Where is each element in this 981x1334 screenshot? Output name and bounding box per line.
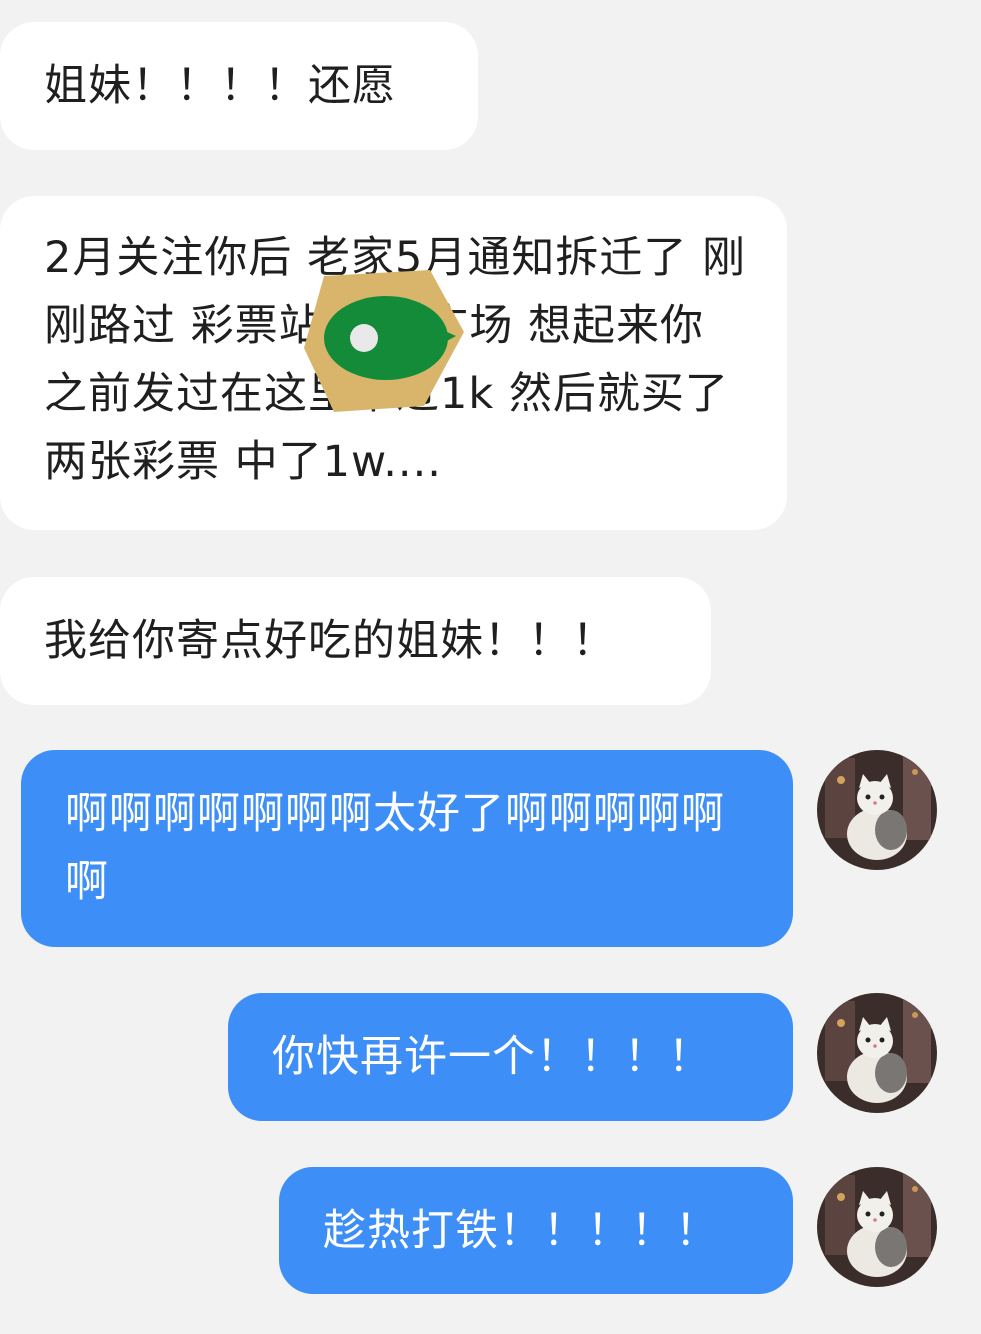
location-sticker-icon (304, 270, 464, 412)
cat-avatar-icon[interactable] (817, 1167, 937, 1287)
outgoing-message-bubble[interactable]: 趁热打铁！！！！！ (279, 1167, 793, 1294)
message-text: 趁热打铁！！！！！ (323, 1206, 719, 1256)
cat-avatar-icon[interactable] (817, 993, 937, 1113)
incoming-message-bubble[interactable]: 我给你寄点好吃的姐妹！！！ (0, 577, 711, 705)
message-text: 啊啊啊啊啊啊啊太好了啊啊啊啊啊啊 (65, 789, 725, 907)
outgoing-message-bubble[interactable]: 啊啊啊啊啊啊啊太好了啊啊啊啊啊啊 (21, 750, 793, 947)
incoming-message-bubble[interactable]: 姐妹！！！！还愿 (0, 22, 478, 150)
cat-avatar-icon[interactable] (817, 750, 937, 870)
message-text: 姐妹！！！！还愿 (44, 61, 396, 111)
outgoing-message-bubble[interactable]: 你快再许一个！！！！ (228, 993, 793, 1121)
message-text: 你快再许一个！！！！ (272, 1032, 712, 1082)
message-text: 我给你寄点好吃的姐妹！！！ (44, 616, 616, 666)
chat-thread: 姐妹！！！！还愿 2月关注你后 老家5月通知拆迁了 刚刚路过 彩票站 附近广场 … (0, 0, 981, 1334)
